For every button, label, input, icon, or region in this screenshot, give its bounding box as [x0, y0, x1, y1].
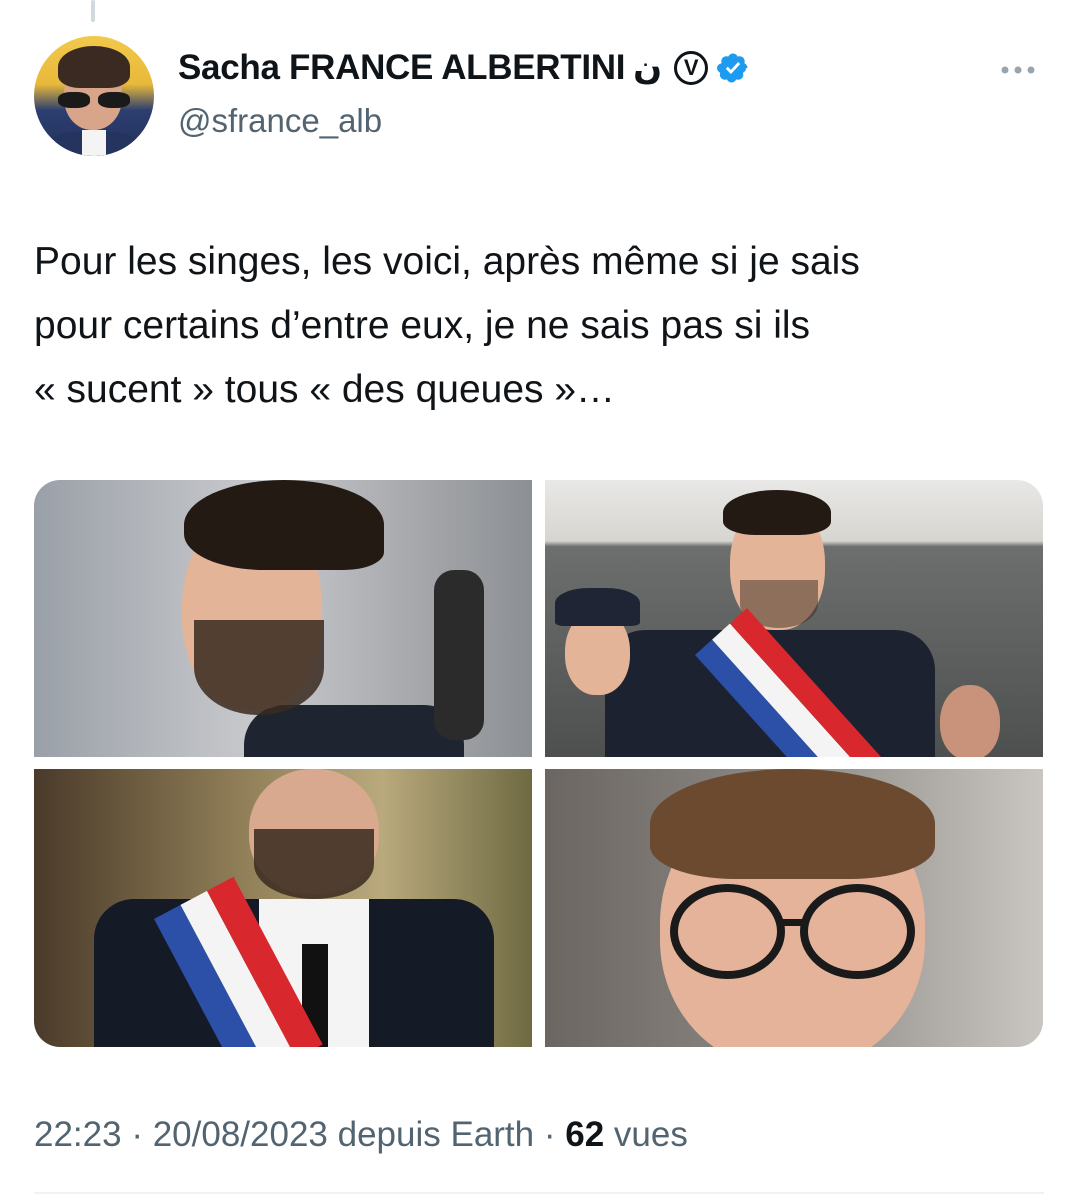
verified-badge-icon[interactable]: [716, 51, 750, 85]
author-name-row[interactable]: Sacha FRANCE ALBERTINI ن V: [178, 48, 750, 88]
tweet-time[interactable]: 22:23: [34, 1115, 122, 1154]
more-horizontal-icon[interactable]: [998, 60, 1038, 80]
author-handle[interactable]: @sfrance_alb: [178, 102, 382, 140]
media-photo-4[interactable]: [545, 769, 1043, 1047]
tweet-text: Pour les singes, les voici, après même s…: [34, 240, 860, 411]
tweet-meta: 22:23 · 20/08/2023 depuis Earth · 62 vue…: [34, 1115, 688, 1154]
tweet-source: depuis Earth: [337, 1115, 535, 1154]
author-name-badge: V: [674, 51, 709, 85]
views-count: 62: [565, 1115, 605, 1154]
tweet-date[interactable]: 20/08/2023: [153, 1115, 328, 1154]
author-display-name[interactable]: Sacha FRANCE ALBERTINI: [178, 48, 625, 88]
media-photo-2[interactable]: [545, 480, 1043, 757]
views-label: vues: [613, 1115, 688, 1154]
tweet-media-grid[interactable]: [34, 480, 1043, 1047]
thread-connector-line: [91, 0, 95, 22]
author-name-symbol: ن: [633, 49, 663, 87]
author-avatar[interactable]: [34, 36, 154, 156]
media-photo-3[interactable]: [34, 769, 532, 1047]
media-photo-1[interactable]: [34, 480, 532, 757]
divider: [34, 1192, 1044, 1194]
